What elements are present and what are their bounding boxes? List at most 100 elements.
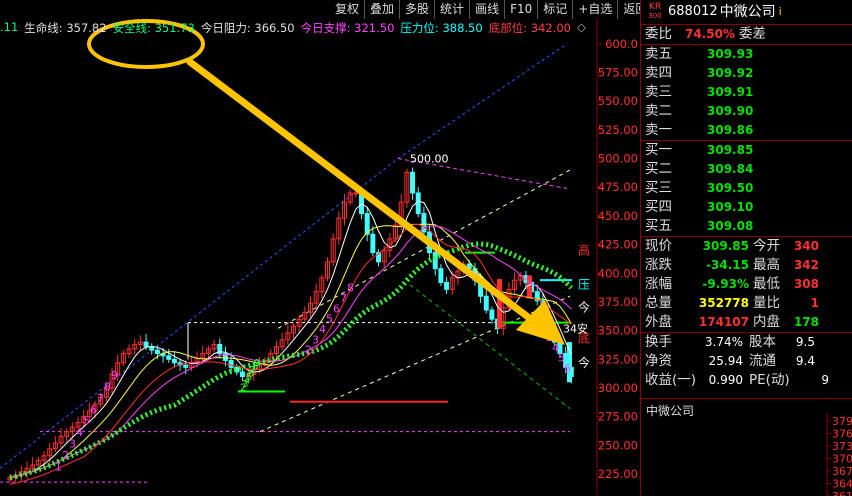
- stats-label: 换手: [645, 334, 672, 350]
- bid-row-2: 买三 309.50: [641, 179, 852, 198]
- quote-row-3: 总量 352778 量比 1: [641, 294, 852, 313]
- mini-tick-label: 370: [832, 453, 852, 466]
- price-tick-label: 600.0: [605, 37, 638, 51]
- mini-tick-label: 367: [832, 465, 852, 478]
- ask-label: 卖二: [645, 103, 672, 119]
- bid-price: 309.10: [707, 200, 754, 214]
- quote-value: -9.93%: [702, 277, 749, 291]
- ask-price: 309.93: [707, 47, 754, 61]
- sequence-label-2: 5: [326, 313, 333, 326]
- ask-price: 309.86: [707, 123, 754, 137]
- quote-row-1: 涨跌 -34.15 最高 342: [641, 256, 852, 275]
- order-ratio-value: 74.50%: [685, 27, 735, 41]
- stats-label-2: 股本: [749, 334, 776, 350]
- ask-row-2: 卖三 309.91: [641, 83, 852, 102]
- stats-value-2: 9.5: [795, 335, 815, 349]
- green-sequence-label: 9: [254, 358, 260, 369]
- sequence-label-3: 6: [564, 362, 571, 375]
- indicator-diamond-icon[interactable]: ◇: [577, 20, 586, 36]
- sequence-label: 8: [104, 380, 111, 393]
- toolbar-button-3[interactable]: 统计: [435, 0, 471, 19]
- stats-label: 收益(一): [645, 372, 697, 388]
- stats-label-2: 流通: [749, 353, 776, 369]
- price-tick-label: 550.00: [598, 94, 638, 108]
- indicator-item-6: 底部位: 342.00: [488, 21, 571, 35]
- price-tick-label: 250.00: [598, 438, 638, 452]
- toolbar-button-5[interactable]: F10: [505, 0, 539, 19]
- price-axis: 600.0 575.00 550.00 525.00 500.00 475.00 450.0…: [596, 0, 638, 495]
- bid-price: 309.08: [707, 219, 754, 233]
- bid-price: 309.50: [707, 181, 754, 195]
- price-tick-label: 275.00: [598, 410, 638, 424]
- mini-tick-label: 373: [832, 440, 852, 453]
- ask-label: 卖五: [645, 46, 672, 62]
- quote-label: 外盘: [645, 314, 672, 330]
- indicator-item-2: 安全线: 351.73: [112, 21, 195, 35]
- ask-label: 卖三: [645, 84, 672, 100]
- quote-value-2: 1: [810, 296, 819, 310]
- quote-label: 现价: [645, 238, 672, 254]
- indicator-item-4: 今日支撑: 321.50: [300, 21, 395, 35]
- info-icon[interactable]: i: [779, 0, 782, 24]
- stats-row-2: 收益(一) 0.990 PE(动) 9: [641, 371, 852, 390]
- price-tick-label: 575.00: [598, 65, 638, 79]
- today-label-2: 今: [578, 355, 590, 370]
- price-tick-label: 350.00: [598, 324, 638, 338]
- price-tick-label: 400.00: [598, 266, 638, 280]
- bid-price: 309.84: [707, 162, 754, 176]
- quote-value: 309.85: [702, 239, 749, 253]
- quote-label-2: 内盘: [753, 314, 780, 330]
- candlestick-chart[interactable]: 600.0 575.00 550.00 525.00 500.00 475.00 450.0…: [0, 0, 640, 495]
- badge-top: KR: [648, 2, 662, 12]
- quote-block: 现价 309.85 今开 340 涨跌 -34.15 最高 342 涨幅 -9.93% 最低 308 总…: [641, 237, 852, 332]
- ask-book: 卖五 309.93 卖四 309.92 卖三 309.91 卖二 309.90 卖一 309.86: [641, 45, 852, 140]
- bid-label: 买三: [645, 180, 672, 196]
- sequence-label-2: 7: [340, 292, 347, 305]
- toolbar-button-6[interactable]: 标记: [538, 0, 574, 19]
- ask-price: 309.92: [707, 66, 754, 80]
- mini-tick-label: 361: [832, 490, 852, 496]
- quote-label-2: 最低: [753, 276, 780, 292]
- quote-value-2: 340: [793, 239, 819, 253]
- mini-tick-label: 364: [832, 478, 852, 491]
- ask-row-1: 卖四 309.92: [641, 64, 852, 83]
- stats-value-2: 9.4: [795, 354, 815, 368]
- sequence-label-2: 2: [305, 344, 312, 357]
- price-tick-label: 425.00: [598, 238, 638, 252]
- bid-label: 买四: [645, 199, 672, 215]
- bottom-label: 底: [578, 331, 590, 346]
- price-tick-label: 325.00: [598, 352, 638, 366]
- toolbar-button-7[interactable]: +自选: [573, 0, 619, 19]
- toolbar-button-4[interactable]: 画线: [470, 0, 506, 19]
- bid-label: 买二: [645, 161, 672, 177]
- bid-label: 买一: [645, 142, 672, 158]
- pressure-label: 压: [578, 278, 590, 292]
- today-label-1: 今: [578, 300, 590, 315]
- toolbar-button-1[interactable]: 叠加: [365, 0, 401, 19]
- chart-labels: 500.00高压今34安底今12345678923456789234567823…: [55, 153, 590, 474]
- order-ratio-label: 委比: [645, 26, 672, 42]
- quote-row-2: 涨幅 -9.93% 最低 308: [641, 275, 852, 294]
- order-ratio-row: 委比 74.50% 委差: [641, 25, 852, 44]
- toolbar-button-2[interactable]: 多股: [400, 0, 436, 19]
- sequence-label-2: 8: [347, 282, 354, 295]
- quote-label: 总量: [645, 295, 672, 311]
- sequence-label: 2: [62, 449, 69, 462]
- toolbar-button-0[interactable]: 复权: [330, 0, 366, 19]
- high-label: 高: [578, 242, 590, 257]
- price-tick-label: 225.00: [598, 467, 638, 481]
- order-diff-label: 委差: [739, 26, 766, 42]
- indicator-item-1: 生命线: 357.82: [24, 21, 107, 35]
- moving-averages: [9, 200, 574, 485]
- ask-row-0: 卖五 309.93: [641, 45, 852, 64]
- quote-label-2: 最高: [753, 257, 780, 273]
- ask-price: 309.90: [707, 104, 754, 118]
- sequence-label-2: 3: [312, 333, 319, 346]
- stats-value: 3.74%: [704, 335, 743, 349]
- toolbar: 复权 叠加 多股 统计 画线 F10 标记 +自选 返回: [330, 0, 654, 19]
- mini-tick-label: 379: [832, 415, 852, 428]
- quote-row-0: 现价 309.85 今开 340: [641, 237, 852, 256]
- quote-label: 涨跌: [645, 257, 672, 273]
- candles: [7, 167, 574, 484]
- ask-label: 卖一: [645, 122, 672, 138]
